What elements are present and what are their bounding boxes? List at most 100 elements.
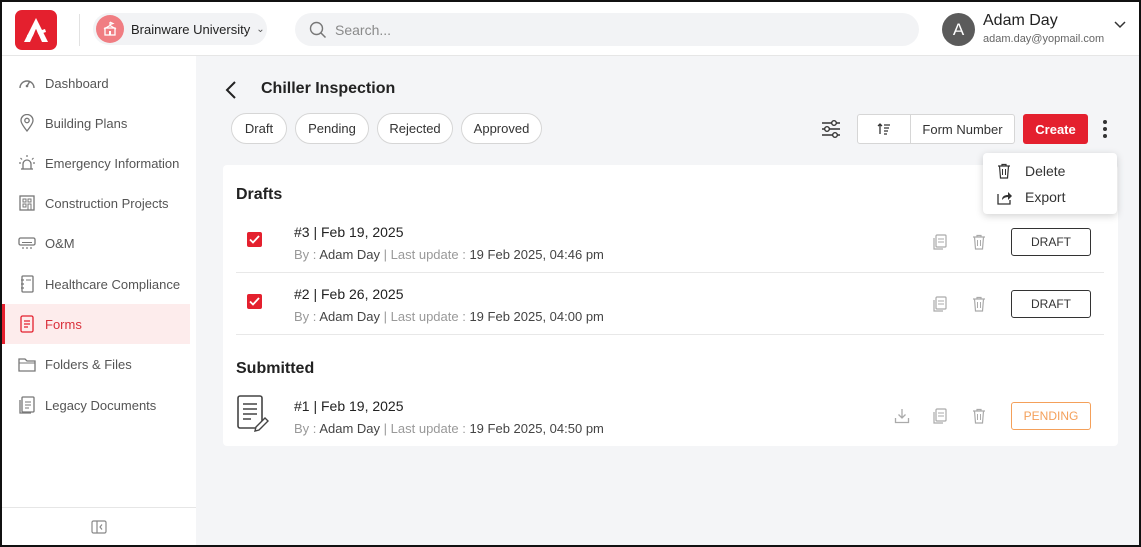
table-row[interactable]: #2 | Feb 26, 2025 By : Adam Day | Last u… bbox=[236, 273, 1104, 335]
alarm-icon bbox=[18, 154, 36, 172]
author-name: Adam Day bbox=[319, 309, 381, 324]
form-meta: By : Adam Day | Last update : 19 Feb 202… bbox=[294, 247, 604, 262]
copy-icon[interactable] bbox=[933, 408, 947, 424]
meta-separator: | bbox=[383, 247, 388, 262]
form-title[interactable]: #2 | Feb 26, 2025 bbox=[294, 286, 404, 302]
sort-control: Form Number bbox=[857, 114, 1015, 144]
filter-approved[interactable]: Approved bbox=[461, 113, 542, 144]
user-menu-chevron-icon[interactable] bbox=[1114, 21, 1126, 29]
organization-name: Brainware University bbox=[131, 21, 251, 37]
building-icon bbox=[18, 194, 36, 212]
sort-field-select[interactable]: Form Number bbox=[911, 115, 1014, 143]
ac-unit-icon bbox=[18, 234, 36, 252]
filter-pending[interactable]: Pending bbox=[295, 113, 369, 144]
updated-label: Last update : bbox=[390, 247, 466, 262]
submitted-heading: Submitted bbox=[236, 360, 315, 377]
sort-order-button[interactable] bbox=[858, 115, 911, 143]
university-icon bbox=[96, 15, 124, 43]
sidebar-item-label: Building Plans bbox=[45, 115, 128, 131]
map-pin-icon bbox=[18, 114, 36, 132]
sidebar-item-folders-files[interactable]: Folders & Files bbox=[2, 344, 190, 384]
sidebar-item-label: Healthcare Compliance bbox=[45, 276, 181, 292]
sidebar-item-legacy-documents[interactable]: Legacy Documents bbox=[2, 385, 190, 425]
chevron-down-icon: ⌄ bbox=[256, 23, 265, 35]
sidebar-item-forms[interactable]: Forms bbox=[2, 304, 190, 344]
app-logo[interactable] bbox=[15, 10, 57, 50]
status-badge[interactable]: DRAFT bbox=[1011, 290, 1091, 318]
search-input[interactable] bbox=[335, 21, 895, 38]
documents-icon bbox=[18, 396, 36, 414]
trash-icon[interactable] bbox=[972, 234, 986, 250]
row-checkbox[interactable] bbox=[247, 294, 262, 309]
header-divider bbox=[79, 14, 80, 46]
forms-icon bbox=[18, 315, 36, 333]
sidebar-item-label: Dashboard bbox=[45, 75, 109, 91]
sidebar-divider bbox=[2, 507, 196, 508]
avatar[interactable]: A bbox=[942, 13, 975, 46]
updated-label: Last update : bbox=[390, 421, 466, 436]
sidebar-item-building-plans[interactable]: Building Plans bbox=[2, 103, 190, 143]
organization-selector[interactable]: Brainware University ⌄ bbox=[93, 13, 267, 45]
updated-value: 19 Feb 2025, 04:00 pm bbox=[469, 309, 604, 324]
sidebar-item-healthcare-compliance[interactable]: Healthcare Compliance bbox=[2, 264, 190, 304]
notebook-icon bbox=[18, 275, 36, 293]
author-name: Adam Day bbox=[319, 421, 381, 436]
status-badge[interactable]: DRAFT bbox=[1011, 228, 1091, 256]
meta-separator: | bbox=[383, 421, 388, 436]
logo-mark-icon bbox=[24, 18, 48, 42]
table-row[interactable]: #3 | Feb 19, 2025 By : Adam Day | Last u… bbox=[236, 211, 1104, 273]
form-document-icon bbox=[237, 395, 269, 432]
filter-draft[interactable]: Draft bbox=[231, 113, 287, 144]
copy-icon[interactable] bbox=[933, 296, 947, 312]
sidebar-item-construction-projects[interactable]: Construction Projects bbox=[2, 183, 190, 223]
sidebar-item-emergency-information[interactable]: Emergency Information bbox=[2, 143, 190, 183]
download-icon[interactable] bbox=[894, 408, 910, 424]
app-frame: Brainware University ⌄ A Adam Day adam.d… bbox=[0, 0, 1141, 547]
updated-label: Last update : bbox=[390, 309, 466, 324]
status-badge[interactable]: PENDING bbox=[1011, 402, 1091, 430]
sidebar-item-dashboard[interactable]: Dashboard bbox=[2, 63, 190, 103]
author-name: Adam Day bbox=[319, 247, 381, 262]
search-icon bbox=[309, 21, 327, 38]
menu-item-label: Export bbox=[1025, 189, 1066, 205]
trash-icon bbox=[997, 163, 1013, 179]
user-email: adam.day@yopmail.com bbox=[983, 33, 1105, 45]
back-arrow-icon[interactable] bbox=[223, 80, 239, 100]
sort-ascending-icon bbox=[877, 123, 890, 135]
sidebar-item-label: Emergency Information bbox=[45, 155, 180, 171]
filter-rejected[interactable]: Rejected bbox=[377, 113, 453, 144]
create-button[interactable]: Create bbox=[1023, 114, 1088, 144]
top-header: Brainware University ⌄ A Adam Day adam.d… bbox=[2, 2, 1139, 56]
by-label: By : bbox=[294, 247, 317, 262]
by-label: By : bbox=[294, 421, 317, 436]
trash-icon[interactable] bbox=[972, 296, 986, 312]
more-options-icon[interactable] bbox=[1098, 118, 1112, 140]
menu-item-label: Delete bbox=[1025, 163, 1066, 179]
menu-item-export[interactable]: Export bbox=[997, 187, 1065, 207]
checkmark-icon bbox=[249, 235, 260, 244]
row-checkbox[interactable] bbox=[247, 232, 262, 247]
meta-separator: | bbox=[383, 309, 388, 324]
collapse-sidebar-icon[interactable] bbox=[91, 520, 107, 534]
drafts-heading: Drafts bbox=[236, 186, 283, 203]
folder-icon bbox=[18, 355, 36, 373]
form-meta: By : Adam Day | Last update : 19 Feb 202… bbox=[294, 309, 604, 324]
dashboard-icon bbox=[18, 74, 36, 92]
updated-value: 19 Feb 2025, 04:50 pm bbox=[469, 421, 604, 436]
form-title[interactable]: #3 | Feb 19, 2025 bbox=[294, 224, 404, 240]
more-options-menu: Delete Export bbox=[983, 153, 1117, 214]
filter-settings-icon[interactable] bbox=[820, 118, 842, 140]
updated-value: 19 Feb 2025, 04:46 pm bbox=[469, 247, 604, 262]
form-title[interactable]: #1 | Feb 19, 2025 bbox=[294, 398, 404, 414]
table-row[interactable]: #1 | Feb 19, 2025 By : Adam Day | Last u… bbox=[236, 385, 1104, 447]
search-bar[interactable] bbox=[295, 13, 919, 46]
sidebar-item-om[interactable]: O&M bbox=[2, 223, 190, 263]
copy-icon[interactable] bbox=[933, 234, 947, 250]
trash-icon[interactable] bbox=[972, 408, 986, 424]
sidebar-item-label: Legacy Documents bbox=[45, 397, 157, 413]
user-name[interactable]: Adam Day bbox=[983, 12, 1058, 30]
form-meta: By : Adam Day | Last update : 19 Feb 202… bbox=[294, 421, 604, 436]
menu-item-delete[interactable]: Delete bbox=[997, 161, 1065, 181]
sidebar-item-label: O&M bbox=[45, 235, 75, 251]
sidebar-item-label: Construction Projects bbox=[45, 195, 169, 211]
